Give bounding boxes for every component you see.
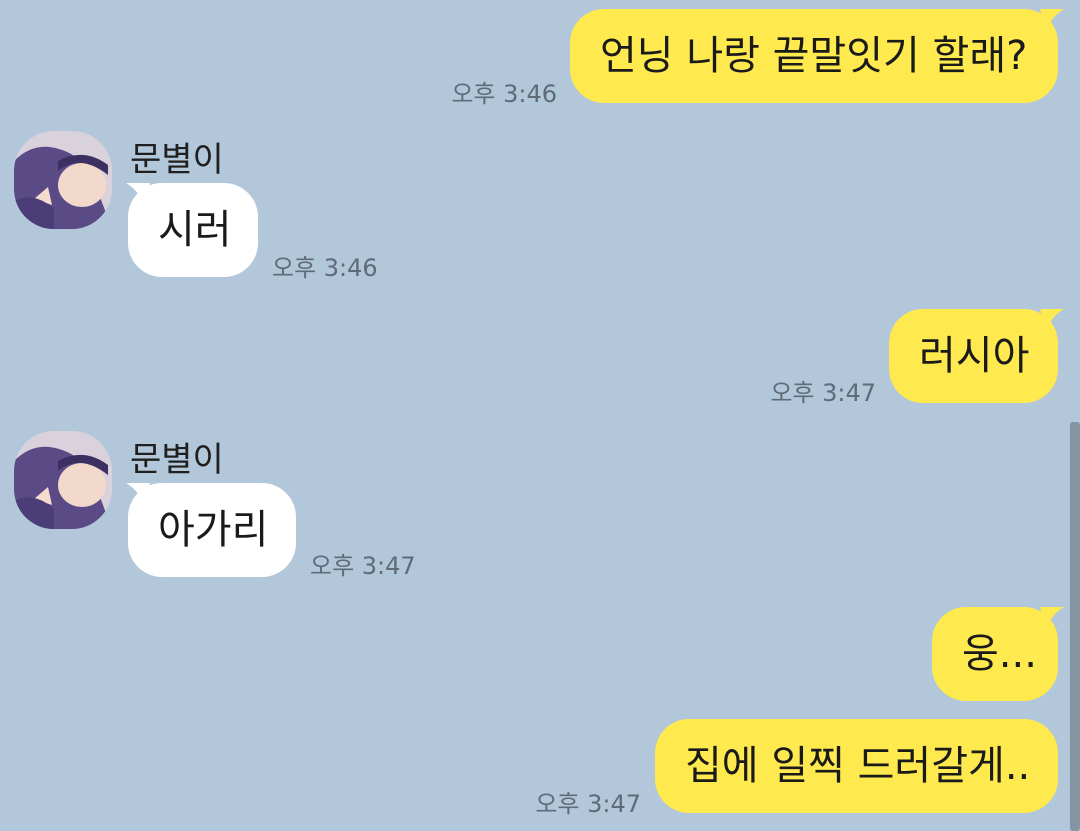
bubble-tail-icon bbox=[1040, 607, 1064, 631]
contact-name: 문별이 bbox=[130, 440, 224, 480]
their-message-bubble[interactable]: 시러 bbox=[128, 183, 258, 277]
message-timestamp: 오후 3:46 bbox=[272, 254, 378, 282]
bubble-tail-icon bbox=[1040, 309, 1064, 333]
contact-avatar[interactable] bbox=[14, 431, 112, 529]
message-text: 러시아 bbox=[919, 333, 1030, 379]
message-text: 집에 일찍 드러갈게.. bbox=[685, 743, 1031, 789]
message-timestamp: 오후 3:47 bbox=[310, 552, 416, 580]
bubble-tail-icon bbox=[1040, 9, 1064, 33]
profile-photo-avatar bbox=[14, 131, 112, 229]
message-timestamp: 오후 3:47 bbox=[770, 379, 876, 407]
contact-avatar[interactable] bbox=[14, 131, 112, 229]
message-text: 아가리 bbox=[158, 507, 269, 553]
scrollbar[interactable] bbox=[1070, 422, 1080, 831]
message-text: 시러 bbox=[158, 207, 232, 253]
message-text: 언닝 나랑 끝말잇기 할래? bbox=[600, 33, 1028, 79]
message-timestamp: 오후 3:46 bbox=[451, 80, 557, 108]
message-timestamp: 오후 3:47 bbox=[535, 790, 641, 818]
my-message-bubble[interactable]: 언닝 나랑 끝말잇기 할래? bbox=[570, 9, 1058, 103]
their-message-bubble[interactable]: 아가리 bbox=[128, 483, 296, 577]
profile-photo-avatar bbox=[14, 431, 112, 529]
my-message-bubble[interactable]: 러시아 bbox=[889, 309, 1058, 403]
my-message-bubble[interactable]: 집에 일찍 드러갈게.. bbox=[655, 719, 1058, 813]
message-text: 웅... bbox=[962, 631, 1037, 677]
contact-name: 문별이 bbox=[130, 140, 224, 180]
